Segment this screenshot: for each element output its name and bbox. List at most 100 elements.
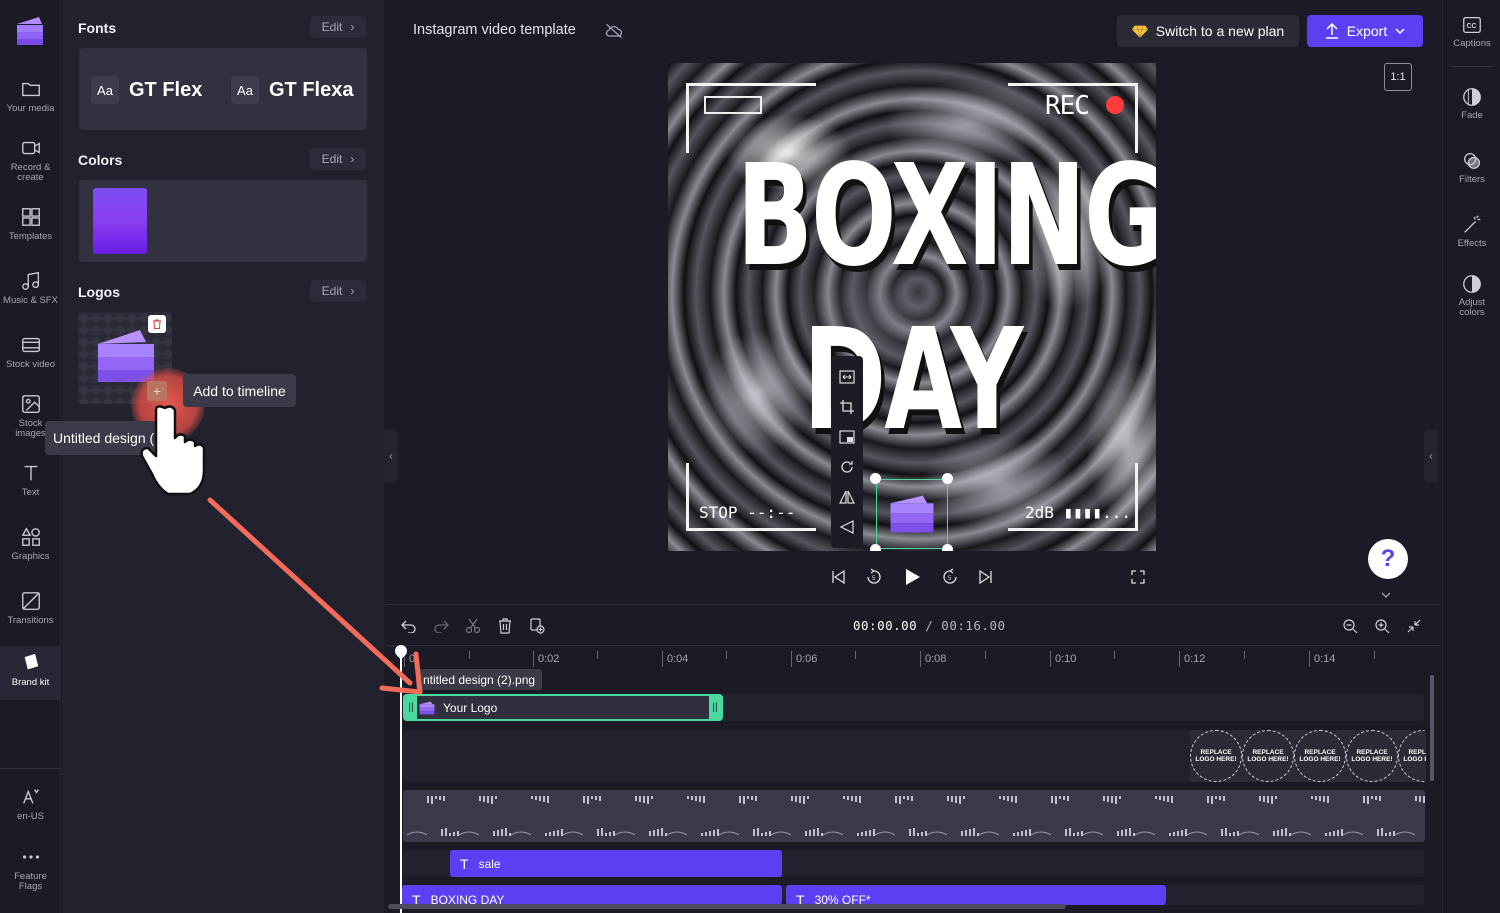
logo-selection-box[interactable]: [876, 479, 948, 549]
rail-brand-kit[interactable]: Brand kit: [0, 646, 61, 700]
shapes-icon: [21, 527, 40, 546]
rail-label: Adjust colors: [1458, 297, 1486, 318]
delete-logo-button[interactable]: [148, 315, 166, 333]
replace-logo-frame: REPLACE LOGO HERE!: [1242, 730, 1294, 782]
clip-trim-handle-right[interactable]: ||: [709, 696, 721, 719]
font-chip-body[interactable]: Aa GT Flexa: [231, 74, 355, 106]
logo-clip[interactable]: || Your Logo ||: [403, 694, 723, 721]
play-button[interactable]: [901, 566, 923, 588]
fonts-card: Aa GT Flex Aa GT Flexa: [79, 48, 367, 130]
help-button[interactable]: ?: [1368, 539, 1408, 579]
tick-minor: [597, 651, 598, 659]
rail-filters[interactable]: Filters: [1443, 150, 1500, 185]
skip-to-end-button[interactable]: [975, 566, 997, 588]
replace-logo-clip[interactable]: REPLACE LOGO HERE! REPLACE LOGO HERE! RE…: [1190, 730, 1426, 782]
rewind-5-button[interactable]: 5: [863, 566, 885, 588]
text-clip-sale[interactable]: T sale: [450, 850, 782, 877]
rail-graphics[interactable]: Graphics: [0, 520, 61, 580]
filters-icon: [1464, 153, 1480, 169]
volume-icon[interactable]: [838, 518, 856, 536]
clip-trim-handle-left[interactable]: ||: [405, 696, 417, 719]
flip-icon[interactable]: [838, 488, 856, 506]
fullscreen-button[interactable]: [1127, 566, 1149, 588]
clip-thumbnail: [419, 701, 435, 715]
rail-effects[interactable]: Effects: [1443, 214, 1500, 249]
tick-label: 0:04: [662, 651, 688, 667]
film-icon: [21, 337, 40, 353]
rotate-icon[interactable]: [838, 458, 856, 476]
tick-label: 0:06: [791, 651, 817, 667]
replace-logo-frame: REPLACE LOGO HERE!: [1398, 730, 1426, 782]
split-button[interactable]: [463, 616, 483, 636]
timeline-horizontal-scrollbar[interactable]: [388, 904, 1066, 909]
rec-label: REC: [1045, 91, 1090, 121]
font-chip-heading[interactable]: Aa GT Flex: [91, 74, 219, 106]
resize-handle-tr[interactable]: [942, 473, 953, 484]
resize-handle-tl[interactable]: [870, 473, 881, 484]
duplicate-button[interactable]: [527, 616, 547, 636]
resize-handle-br[interactable]: [942, 544, 953, 551]
crop-icon[interactable]: [838, 398, 856, 416]
export-button[interactable]: Export: [1307, 15, 1423, 47]
forward-5-button[interactable]: 5: [939, 566, 961, 588]
collapse-right-panel-button[interactable]: ‹: [1424, 430, 1438, 482]
fit-icon[interactable]: [838, 368, 856, 386]
playhead[interactable]: [400, 648, 402, 913]
rail-label: Text: [21, 487, 40, 498]
rail-language[interactable]: en-US: [0, 780, 61, 840]
rail-your-media[interactable]: Your media: [0, 72, 61, 132]
pip-icon[interactable]: [838, 428, 856, 446]
timeline-ruler[interactable]: 0 0:02 0:04 0:06 0:08 0:10 0:12 0:14: [386, 645, 1440, 673]
rail-text[interactable]: Text: [0, 456, 61, 516]
zoom-out-button[interactable]: [1340, 616, 1360, 636]
video-clip-track[interactable]: [403, 790, 1425, 842]
rail-feature-flags[interactable]: Feature Flags: [0, 840, 61, 900]
logo-name-tooltip: Untitled design (2: [45, 421, 170, 455]
rail-music-sfx[interactable]: Music & SFX: [0, 264, 61, 324]
rail-stock-video[interactable]: Stock video: [0, 328, 61, 388]
rail-label: Record & create: [10, 162, 51, 183]
video-preview-canvas[interactable]: REC BOXING DAY STOP --:-- 2dB ▮▮▮▮...: [668, 63, 1156, 551]
cloud-off-icon[interactable]: [604, 21, 624, 41]
right-properties-rail: CC Captions Fade Filters Effects Adjust …: [1442, 0, 1500, 913]
colors-edit-button[interactable]: Edit ›: [310, 148, 366, 170]
brand-color-swatch[interactable]: [93, 188, 147, 254]
rail-label: Captions: [1453, 38, 1491, 49]
switch-plan-button[interactable]: Switch to a new plan: [1117, 15, 1299, 47]
resize-handle-bl[interactable]: [870, 544, 881, 551]
diamond-icon: [1131, 25, 1148, 38]
svg-text:5: 5: [872, 576, 876, 582]
forward-icon: 5: [943, 568, 957, 584]
fonts-edit-button[interactable]: Edit ›: [310, 16, 366, 38]
collapse-left-panel-button[interactable]: ‹: [384, 430, 398, 482]
rail-templates[interactable]: Templates: [0, 200, 61, 260]
edit-label: Edit: [321, 284, 343, 298]
tick-label: 0:08: [920, 651, 946, 667]
timeline-vertical-scrollbar[interactable]: [1430, 675, 1434, 781]
zoom-in-button[interactable]: [1372, 616, 1392, 636]
folder-icon: [21, 82, 40, 97]
text-clip-boxing-day[interactable]: T BOXING DAY: [402, 885, 782, 905]
undo-button[interactable]: [399, 616, 419, 636]
rail-adjust-colors[interactable]: Adjust colors: [1443, 273, 1500, 318]
skip-start-icon: [832, 570, 845, 584]
rail-fade[interactable]: Fade: [1443, 86, 1500, 121]
rewind-icon: 5: [867, 568, 881, 584]
rail-transitions[interactable]: Transitions: [0, 584, 61, 644]
logos-edit-button[interactable]: Edit ›: [310, 280, 366, 302]
replace-logo-frame: REPLACE LOGO HERE!: [1190, 730, 1242, 782]
rail-record-create[interactable]: Record & create: [0, 131, 61, 191]
add-to-timeline-button[interactable]: +: [147, 381, 167, 401]
delete-button[interactable]: [495, 616, 515, 636]
skip-to-start-button[interactable]: [827, 566, 849, 588]
chevron-down-icon[interactable]: [1381, 592, 1391, 598]
fit-timeline-button[interactable]: [1404, 616, 1424, 636]
upload-icon: [1325, 23, 1338, 39]
redo-button[interactable]: [431, 616, 451, 636]
fade-icon: [1463, 88, 1481, 106]
rail-captions[interactable]: CC Captions: [1443, 14, 1500, 49]
edit-label: Edit: [321, 152, 343, 166]
text-clip-30-off[interactable]: T 30% OFF*: [786, 885, 1166, 905]
project-title[interactable]: Instagram video template: [413, 22, 576, 38]
aspect-ratio-button[interactable]: 1:1: [1384, 63, 1412, 91]
